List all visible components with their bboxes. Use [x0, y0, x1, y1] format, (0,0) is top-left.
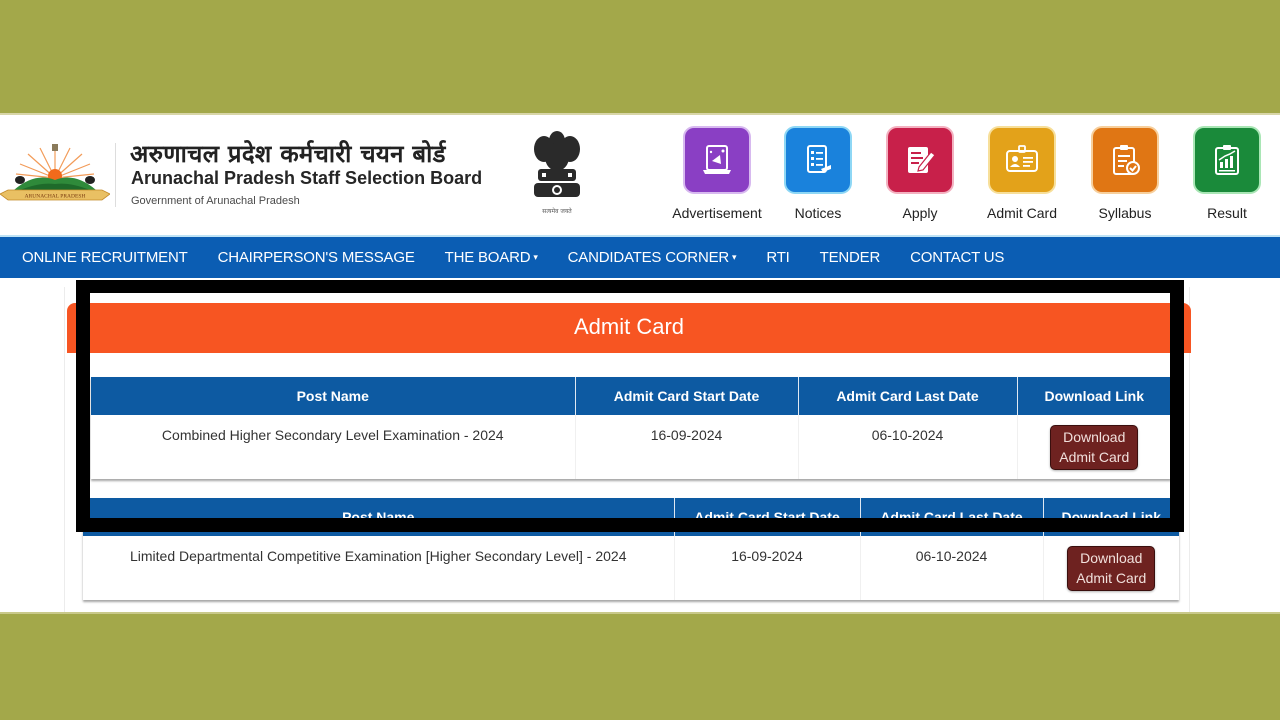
nav-label: ONLINE RECRUITMENT — [22, 249, 188, 266]
site-header: ARUNACHAL PRADESH अरुणाचल प्रदेश कर्मचार… — [0, 115, 1280, 235]
column-header-post-name: Post Name — [83, 498, 675, 536]
column-header-download-link: Download Link — [1043, 498, 1179, 536]
button-label: Admit Card — [1059, 449, 1130, 465]
nav-rti[interactable]: RTI — [766, 249, 789, 266]
column-header-last-date: Admit Card Last Date — [798, 377, 1018, 415]
column-header-start-date: Admit Card Start Date — [674, 498, 861, 536]
download-link-cell: Download Admit Card — [1043, 536, 1179, 600]
column-header-post-name: Post Name — [91, 377, 576, 415]
quick-link-label: Admit Card — [986, 205, 1058, 221]
main-navigation: ONLINE RECRUITMENT CHAIRPERSON'S MESSAGE… — [0, 235, 1280, 278]
quick-link-notices[interactable]: Notices — [768, 128, 868, 221]
advertisement-tile[interactable] — [685, 128, 749, 192]
nav-label: CHAIRPERSON'S MESSAGE — [217, 249, 415, 266]
apply-tile[interactable] — [888, 128, 952, 192]
logo-divider — [115, 143, 116, 207]
quick-link-advertisement[interactable]: Advertisement — [667, 128, 767, 221]
nav-label: CANDIDATES CORNER — [567, 249, 730, 266]
download-admit-card-button[interactable]: Download Admit Card — [1050, 425, 1139, 470]
quick-link-syllabus[interactable]: Syllabus — [1075, 128, 1175, 221]
quick-link-label: Advertisement — [672, 205, 762, 221]
admit-card-section: Admit Card Post Name Admit Card Start Da… — [64, 287, 1191, 612]
quick-link-admit-card[interactable]: Admit Card — [972, 128, 1072, 221]
nav-label: RTI — [766, 249, 790, 266]
nav-online-recruitment[interactable]: ONLINE RECRUITMENT — [22, 249, 188, 266]
nav-chairpersons-message[interactable]: CHAIRPERSON'S MESSAGE — [218, 249, 415, 266]
nav-label: THE BOARD — [444, 249, 531, 266]
nav-label: TENDER — [819, 249, 881, 266]
quick-link-label: Syllabus — [1098, 205, 1152, 221]
caret-down-icon: ▾ — [533, 252, 538, 262]
nav-label: CONTACT US — [910, 249, 1005, 266]
column-header-start-date: Admit Card Start Date — [575, 377, 799, 415]
admit-card-icon — [1006, 145, 1038, 172]
last-date-cell: 06-10-2024 — [860, 536, 1044, 600]
notices-tile[interactable] — [786, 128, 850, 192]
arunachal-state-logo[interactable]: ARUNACHAL PRADESH — [0, 140, 110, 206]
button-label: Admit Card — [1076, 570, 1147, 586]
start-date-cell: 16-09-2024 — [674, 536, 861, 600]
nav-contact-us[interactable]: CONTACT US — [910, 249, 1004, 266]
board-subtitle: Government of Arunachal Pradesh — [131, 195, 300, 207]
caret-down-icon: ▾ — [732, 252, 737, 262]
notices-icon — [807, 145, 831, 173]
table-row: Combined Higher Secondary Level Examinat… — [91, 415, 1171, 479]
national-emblem-icon — [534, 131, 580, 197]
syllabus-tile[interactable] — [1093, 128, 1157, 192]
nav-candidates-corner[interactable]: CANDIDATES CORNER ▾ — [568, 249, 737, 266]
button-label: Download — [1063, 429, 1126, 445]
post-name-cell: Limited Departmental Competitive Examina… — [83, 536, 675, 600]
column-header-last-date: Admit Card Last Date — [860, 498, 1044, 536]
apply-icon — [908, 147, 936, 173]
post-name-cell: Combined Higher Secondary Level Examinat… — [91, 415, 576, 479]
admit-card-table: Post Name Admit Card Start Date Admit Ca… — [83, 498, 1179, 600]
board-title-hindi: अरुणाचल प्रदेश कर्मचारी चयन बोर्ड — [130, 140, 446, 168]
button-label: Download — [1080, 550, 1143, 566]
last-date-cell: 06-10-2024 — [798, 415, 1018, 479]
svg-text:ARUNACHAL PRADESH: ARUNACHAL PRADESH — [25, 194, 86, 200]
quick-link-label: Result — [1207, 205, 1247, 221]
table-header-row: Post Name Admit Card Start Date Admit Ca… — [83, 498, 1179, 536]
bottom-background-band — [0, 612, 1280, 720]
result-icon — [1215, 145, 1239, 175]
download-link-cell: Download Admit Card — [1017, 415, 1171, 479]
table-header-row: Post Name Admit Card Start Date Admit Ca… — [91, 377, 1171, 415]
quick-link-label: Notices — [794, 205, 842, 221]
table-row: Limited Departmental Competitive Examina… — [83, 536, 1179, 600]
download-admit-card-button[interactable]: Download Admit Card — [1067, 546, 1156, 591]
board-title-english: Arunachal Pradesh Staff Selection Board — [131, 168, 483, 188]
top-background-band — [0, 0, 1280, 115]
quick-link-apply[interactable]: Apply — [870, 128, 970, 221]
column-header-download-link: Download Link — [1017, 377, 1171, 415]
nav-tender[interactable]: TENDER — [819, 249, 881, 266]
quick-link-result[interactable]: Result — [1177, 128, 1277, 221]
section-title: Admit Card — [67, 303, 1191, 353]
admit-card-tile[interactable] — [990, 128, 1054, 192]
admit-card-table: Post Name Admit Card Start Date Admit Ca… — [91, 377, 1171, 479]
result-tile[interactable] — [1195, 128, 1259, 192]
emblem-caption: सत्यमेव जयते — [542, 208, 572, 215]
advertisement-icon — [703, 145, 731, 174]
quick-link-label: Apply — [902, 205, 938, 221]
nav-the-board[interactable]: THE BOARD ▾ — [445, 249, 538, 266]
start-date-cell: 16-09-2024 — [575, 415, 799, 479]
syllabus-icon — [1113, 145, 1140, 175]
website-page: ARUNACHAL PRADESH अरुणाचल प्रदेश कर्मचार… — [0, 115, 1280, 612]
